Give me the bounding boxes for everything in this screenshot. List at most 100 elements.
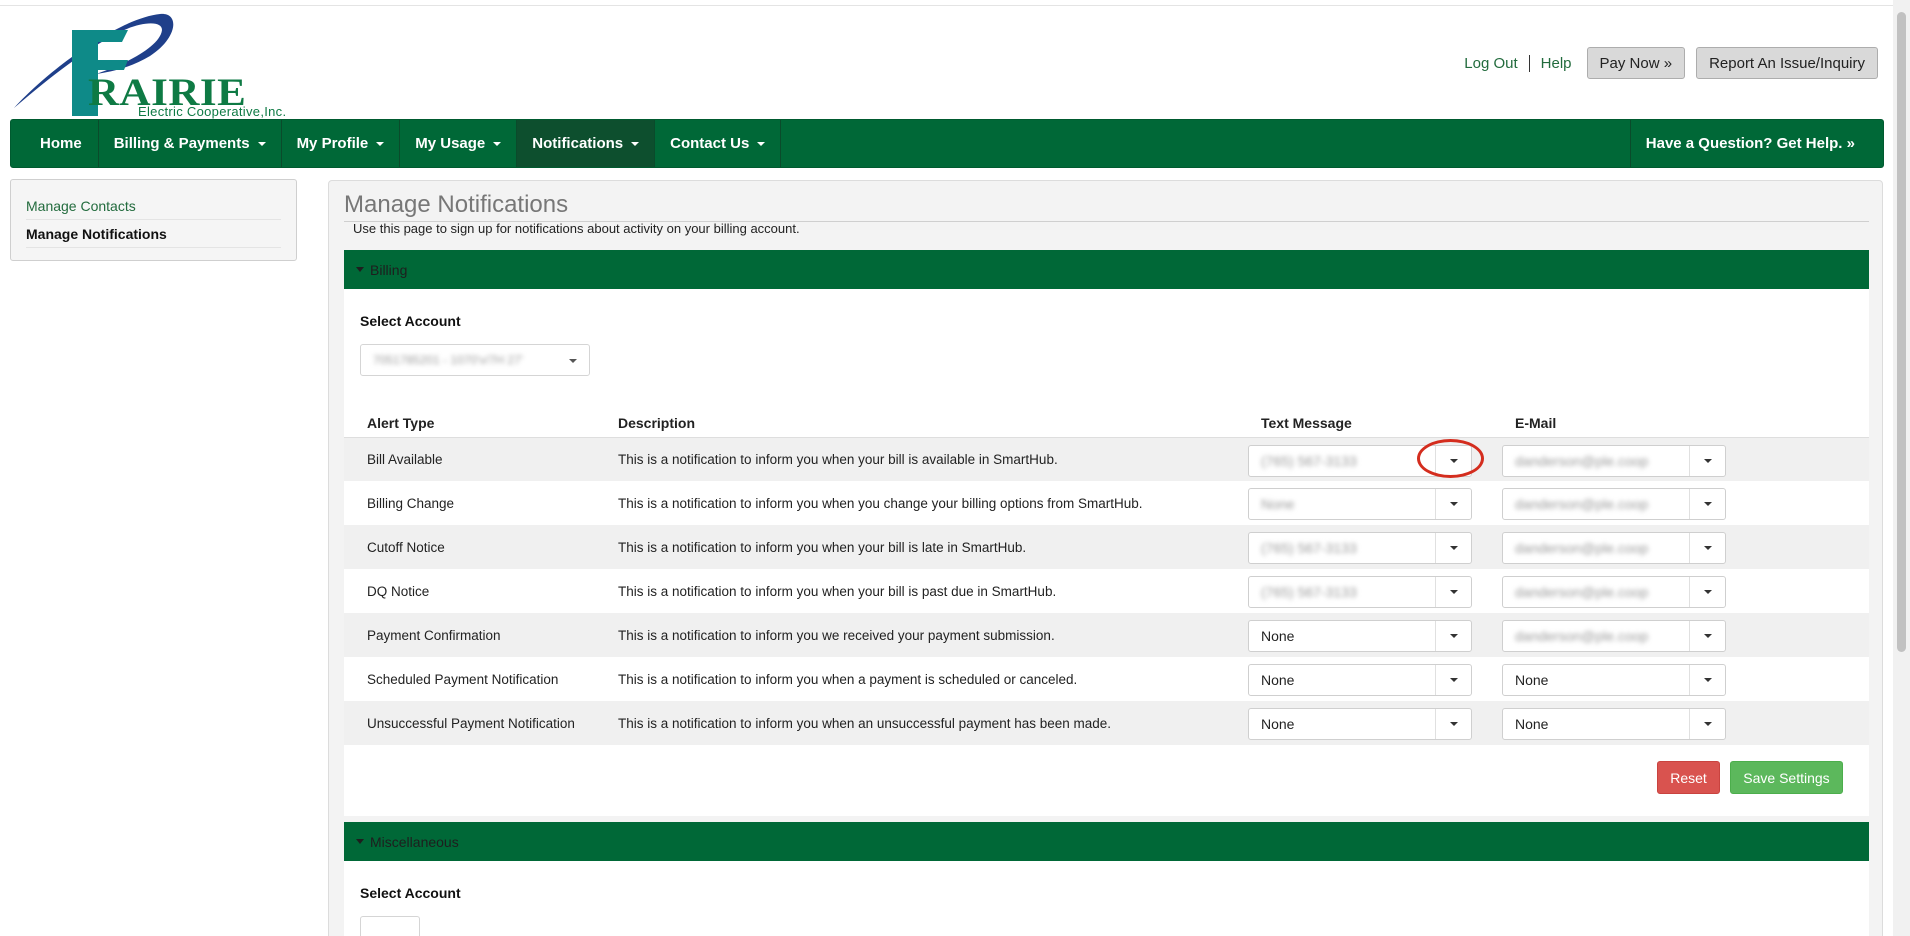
dropdown-toggle[interactable] — [1689, 533, 1725, 563]
caret-down-icon — [1449, 502, 1458, 506]
dropdown-value: None — [1261, 716, 1295, 732]
text-message-dropdown[interactable]: (765) 567-3133 — [1248, 445, 1472, 477]
billing-section-header[interactable]: Billing — [344, 250, 1869, 289]
dropdown-toggle[interactable] — [1435, 533, 1471, 563]
nav-billing-payments[interactable]: Billing & Payments — [99, 120, 282, 167]
table-row: Unsuccessful Payment Notification This is… — [344, 701, 1869, 745]
nav-my-usage[interactable]: My Usage — [400, 120, 518, 167]
dropdown-value: danderson@ple.coop — [1515, 584, 1649, 600]
caret-down-icon — [1449, 459, 1458, 463]
email-dropdown[interactable]: danderson@ple.coop — [1502, 620, 1726, 652]
text-message-dropdown[interactable]: (765) 567-3133 — [1248, 576, 1472, 608]
caret-down-icon — [631, 141, 640, 146]
collapse-triangle-icon — [356, 267, 364, 272]
col-text-message: Text Message — [1261, 415, 1352, 431]
col-alert-type: Alert Type — [367, 415, 435, 431]
dropdown-value: (765) 567-3133 — [1261, 540, 1357, 556]
billing-select-account-label: Select Account — [360, 313, 461, 329]
nav-home[interactable]: Home — [11, 120, 99, 167]
alert-type-cell: Payment Confirmation — [367, 627, 501, 643]
email-dropdown[interactable]: danderson@ple.coop — [1502, 532, 1726, 564]
dropdown-toggle[interactable] — [1689, 621, 1725, 651]
dropdown-toggle[interactable] — [1689, 446, 1725, 476]
scrollbar-thumb[interactable] — [1897, 12, 1906, 652]
description-cell: This is a notification to inform you whe… — [618, 671, 1078, 687]
nav-notifications-label: Notifications — [532, 135, 624, 152]
text-message-dropdown[interactable]: None — [1248, 708, 1472, 740]
text-message-dropdown[interactable]: (765) 567-3133 — [1248, 532, 1472, 564]
misc-section-header[interactable]: Miscellaneous — [344, 822, 1869, 861]
dropdown-toggle[interactable] — [1435, 665, 1471, 695]
caret-down-icon — [1703, 502, 1712, 506]
sidebar-item-manage-notifications[interactable]: Manage Notifications — [26, 220, 281, 248]
caret-down-icon — [1703, 546, 1712, 550]
email-dropdown[interactable]: None — [1502, 708, 1726, 740]
dropdown-toggle[interactable] — [1689, 709, 1725, 739]
description-cell: This is a notification to inform you whe… — [618, 452, 1058, 467]
dropdown-toggle[interactable] — [1435, 577, 1471, 607]
dropdown-toggle[interactable] — [1435, 709, 1471, 739]
nav-usage-label: My Usage — [415, 135, 486, 152]
text-message-dropdown[interactable]: None — [1248, 620, 1472, 652]
nav-get-help[interactable]: Have a Question? Get Help. » — [1629, 120, 1883, 167]
dropdown-toggle[interactable] — [1689, 665, 1725, 695]
description-cell: This is a notification to inform you whe… — [618, 715, 1112, 731]
dropdown-toggle[interactable] — [1435, 446, 1471, 476]
nav-contact-label: Contact Us — [670, 135, 750, 152]
email-dropdown[interactable]: danderson@ple.coop — [1502, 576, 1726, 608]
nav-contact-us[interactable]: Contact Us — [655, 120, 782, 167]
report-issue-button[interactable]: Report An Issue/Inquiry — [1696, 47, 1878, 79]
dropdown-value: None — [1261, 672, 1295, 688]
nav-my-profile[interactable]: My Profile — [282, 120, 401, 167]
dropdown-value: None — [1515, 716, 1549, 732]
caret-down-icon — [1703, 634, 1712, 638]
dropdown-value: danderson@ple.coop — [1515, 540, 1649, 556]
table-row: DQ Notice This is a notification to infor… — [344, 569, 1869, 613]
header-divider — [1528, 54, 1530, 72]
notification-table: Bill Available This is a notification to … — [344, 437, 1869, 745]
dropdown-toggle[interactable] — [1435, 489, 1471, 519]
logo[interactable]: RAIRIE LAND Electric Cooperative,Inc. — [10, 8, 320, 159]
account-value: 7051785201 - 1070'v/7H 27' — [373, 353, 524, 367]
caret-down-icon — [1703, 459, 1712, 463]
dropdown-value: None — [1515, 672, 1549, 688]
email-dropdown[interactable]: None — [1502, 664, 1726, 696]
collapse-triangle-icon — [356, 839, 364, 844]
nav-notifications[interactable]: Notifications — [517, 120, 656, 167]
nav-home-label: Home — [40, 135, 82, 152]
alert-type-cell: DQ Notice — [367, 583, 430, 599]
caret-down-icon — [1449, 678, 1458, 682]
email-dropdown[interactable]: danderson@ple.coop — [1502, 488, 1726, 520]
misc-account-select[interactable] — [360, 916, 420, 936]
dropdown-toggle[interactable] — [1689, 577, 1725, 607]
dropdown-value: (765) 567-3133 — [1261, 584, 1357, 600]
dropdown-toggle[interactable] — [1689, 489, 1725, 519]
header-actions: Log Out Help Pay Now » Report An Issue/I… — [1464, 47, 1878, 79]
text-message-dropdown[interactable]: None — [1248, 488, 1472, 520]
reset-button[interactable]: Reset — [1657, 761, 1720, 794]
text-message-dropdown[interactable]: None — [1248, 664, 1472, 696]
nav-billing-label: Billing & Payments — [113, 135, 250, 152]
pay-now-button[interactable]: Pay Now » — [1586, 47, 1686, 79]
logout-link[interactable]: Log Out — [1464, 55, 1517, 72]
table-row: Scheduled Payment Notification This is a … — [344, 657, 1869, 701]
email-dropdown[interactable]: danderson@ple.coop — [1502, 445, 1726, 477]
logo-subtitle: Electric Cooperative,Inc. — [138, 104, 287, 119]
side-menu: Manage Contacts Manage Notifications — [10, 179, 297, 261]
dropdown-value: danderson@ple.coop — [1515, 496, 1649, 512]
dropdown-toggle[interactable] — [1435, 621, 1471, 651]
billing-account-select[interactable]: 7051785201 - 1070'v/7H 27' — [360, 344, 590, 376]
caret-down-icon — [376, 141, 385, 146]
description-cell: This is a notification to inform you whe… — [618, 583, 1057, 599]
billing-section-title: Billing — [370, 261, 408, 278]
sidebar-item-manage-contacts[interactable]: Manage Contacts — [26, 192, 281, 220]
table-row: Payment Confirmation This is a notificati… — [344, 613, 1869, 657]
save-settings-button[interactable]: Save Settings — [1730, 761, 1843, 794]
caret-down-icon — [1703, 678, 1712, 682]
table-row: Bill Available This is a notification to … — [344, 437, 1869, 481]
misc-select-account-label: Select Account — [360, 885, 461, 901]
help-link[interactable]: Help — [1541, 55, 1572, 72]
dropdown-value: None — [1261, 628, 1295, 644]
page-scrollbar[interactable] — [1893, 0, 1910, 936]
caret-down-icon — [1449, 590, 1458, 594]
